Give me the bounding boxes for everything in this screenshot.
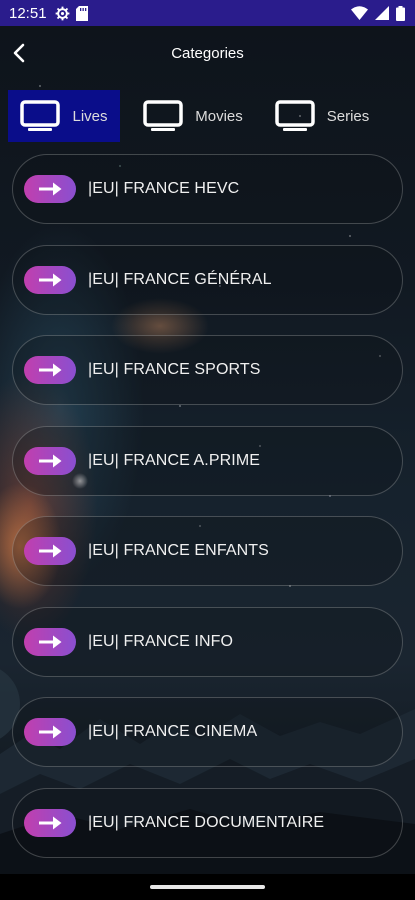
category-item[interactable]: |EU| FRANCE INFO [12, 606, 403, 677]
tv-icon [143, 100, 183, 131]
arrow-right-icon [24, 265, 76, 294]
arrow-right-icon [24, 356, 76, 384]
category-item[interactable]: |EU| FRANCE SPORTS [12, 335, 403, 405]
category-item[interactable]: |EU| FRANCE ENFANTS [12, 516, 403, 586]
category-item[interactable]: |EU| FRANCE GÉNÉRAL [12, 244, 403, 315]
chevron-left-icon [13, 43, 25, 63]
tab-label: Series [326, 107, 370, 125]
tab-label: Movies [195, 107, 243, 125]
app-screen: Categories Lives Movies Series |EU| FRAN… [0, 26, 415, 874]
arrow-right-icon [24, 175, 76, 203]
settings-gear-icon [55, 6, 69, 20]
category-item[interactable]: |EU| FRANCE DOCUMENTAIRE [12, 787, 403, 858]
tab-series[interactable]: Series [266, 90, 378, 142]
battery-icon [396, 5, 405, 21]
arrow-right-icon [24, 446, 76, 475]
category-label: |EU| FRANCE A.PRIME [88, 451, 261, 469]
category-item[interactable]: |EU| FRANCE CINEMA [12, 697, 403, 767]
tab-lives[interactable]: Lives [8, 90, 120, 142]
tab-movies[interactable]: Movies [137, 90, 249, 142]
category-item[interactable]: |EU| FRANCE HEVC [12, 154, 403, 224]
tab-label: Lives [72, 107, 108, 125]
back-button[interactable] [8, 39, 30, 67]
category-list: |EU| FRANCE HEVC |EU| FRANCE GÉNÉRAL |EU… [12, 154, 403, 874]
arrow-right-icon [24, 718, 76, 746]
category-label: |EU| FRANCE DOCUMENTAIRE [88, 813, 325, 831]
category-label: |EU| FRANCE HEVC [88, 180, 240, 197]
arrow-right-icon [24, 537, 76, 565]
page-title: Categories [171, 44, 244, 62]
header: Categories [0, 26, 415, 80]
category-label: |EU| FRANCE INFO [88, 632, 234, 650]
category-label: |EU| FRANCE ENFANTS [88, 542, 269, 559]
arrow-right-icon [24, 627, 76, 656]
status-left-icons [55, 5, 88, 21]
status-bar: 12:51 [0, 0, 415, 26]
navigation-bar [0, 874, 415, 900]
tv-icon [274, 100, 315, 131]
category-label: |EU| FRANCE GÉNÉRAL [88, 270, 272, 288]
category-item[interactable]: |EU| FRANCE A.PRIME [12, 425, 403, 496]
tv-icon [20, 100, 61, 131]
category-tabs: Lives Movies Series [8, 90, 408, 142]
sd-card-icon [75, 5, 88, 21]
arrow-right-icon [24, 808, 76, 837]
status-time: 12:51 [9, 4, 47, 22]
status-right-icons [351, 5, 405, 21]
category-label: |EU| FRANCE CINEMA [88, 723, 258, 740]
category-label: |EU| FRANCE SPORTS [88, 361, 261, 378]
signal-icon [375, 6, 389, 20]
home-indicator[interactable] [150, 885, 265, 889]
wifi-icon [351, 6, 368, 20]
